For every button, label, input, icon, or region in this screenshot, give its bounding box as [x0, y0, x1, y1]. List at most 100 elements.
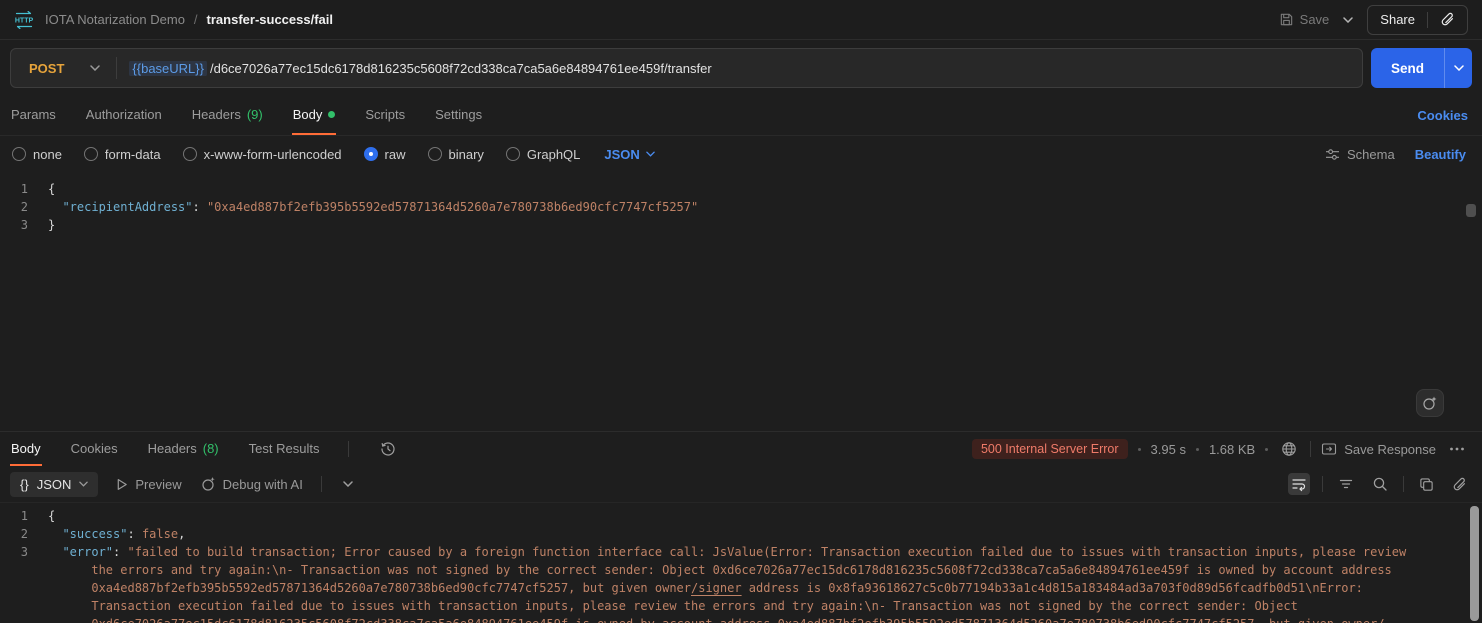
tab-authorization[interactable]: Authorization	[85, 96, 163, 135]
radio-graphql[interactable]: GraphQL	[506, 147, 580, 162]
chevron-down-icon	[79, 481, 88, 487]
search-icon	[1372, 476, 1388, 492]
beautify-button[interactable]: Beautify	[1415, 147, 1466, 162]
tab-label: Cookies	[71, 441, 118, 456]
url-field: POST {{baseURL}}/d6ce7026a77ec15dc6178d8…	[10, 48, 1363, 88]
response-size: 1.68 KB	[1209, 442, 1255, 457]
editor-scrollbar-thumb[interactable]	[1466, 204, 1476, 217]
response-toolbar: {} JSON Preview Debug with AI	[0, 466, 1482, 503]
line-number: 3	[0, 543, 40, 561]
tab-label: Authorization	[86, 107, 162, 122]
url-path: /d6ce7026a77ec15dc6178d816235c5608f72cd3…	[210, 61, 712, 76]
copy-response-button[interactable]	[1416, 474, 1437, 495]
tab-params[interactable]: Params	[10, 96, 57, 135]
radio-circle-icon	[183, 147, 197, 161]
response-time: 3.95 s	[1151, 442, 1186, 457]
chevron-down-icon	[646, 151, 655, 157]
code-line: 3}	[0, 216, 1482, 234]
tab-scripts[interactable]: Scripts	[364, 96, 406, 135]
request-body-editor[interactable]: 1{2 "recipientAddress": "0xa4ed887bf2efb…	[0, 172, 1482, 431]
code-text: "success": false,	[40, 525, 1416, 543]
body-type-row: none form-data x-www-form-urlencoded raw…	[0, 136, 1482, 172]
tab-label: Settings	[435, 107, 482, 122]
tab-label: Headers	[192, 107, 241, 122]
tab-response-cookies[interactable]: Cookies	[70, 432, 119, 466]
response-toolbar-right	[1288, 473, 1470, 495]
filter-icon	[1338, 477, 1354, 491]
more-actions-chevron-icon[interactable]	[340, 478, 356, 490]
tab-label: Test Results	[249, 441, 320, 456]
tab-label: Params	[11, 107, 56, 122]
save-options-chevron-icon[interactable]	[1339, 13, 1357, 27]
cookies-link[interactable]: Cookies	[1417, 108, 1468, 123]
line-number: 2	[0, 525, 40, 543]
dot-separator	[1138, 448, 1141, 451]
send-options-chevron-icon[interactable]	[1444, 48, 1472, 88]
search-button[interactable]	[1369, 473, 1391, 495]
copy-response-link-button[interactable]	[1449, 474, 1470, 495]
radio-raw[interactable]: raw	[364, 147, 406, 162]
preview-label: Preview	[135, 477, 181, 492]
response-format-selector[interactable]: {} JSON	[10, 472, 98, 497]
preview-button[interactable]: Preview	[116, 477, 181, 492]
request-tabs: Params Authorization Headers (9) Body Sc…	[10, 96, 483, 135]
braces-icon: {}	[20, 477, 29, 492]
radio-form-data[interactable]: form-data	[84, 147, 161, 162]
save-icon	[1279, 12, 1294, 27]
tab-response-headers[interactable]: Headers (8)	[147, 432, 220, 466]
breadcrumb-separator: /	[194, 12, 198, 27]
ai-assistant-button[interactable]	[1416, 389, 1444, 417]
ellipsis-icon	[1449, 447, 1465, 451]
breadcrumb-collection[interactable]: IOTA Notarization Demo	[45, 12, 185, 27]
tab-label: Body	[293, 107, 323, 122]
body-right-tools: Schema Beautify	[1325, 147, 1466, 162]
response-body-editor[interactable]: 1{2 "success": false,3 "error": "failed …	[0, 503, 1482, 623]
save-response-label: Save Response	[1344, 442, 1436, 457]
debug-with-ai-button[interactable]: Debug with AI	[200, 476, 303, 492]
save-response-button[interactable]: Save Response	[1321, 442, 1436, 457]
tab-body[interactable]: Body	[292, 96, 337, 135]
tab-headers[interactable]: Headers (9)	[191, 96, 264, 135]
save-button[interactable]: Save	[1279, 12, 1330, 27]
link-icon	[1452, 477, 1467, 492]
chevron-down-icon	[90, 65, 100, 71]
tab-label: Body	[11, 441, 41, 456]
radio-circle-icon	[84, 147, 98, 161]
response-tabs: Body Cookies Headers (8) Test Results	[10, 432, 399, 466]
divider	[1322, 476, 1323, 492]
more-options-button[interactable]	[1446, 444, 1468, 454]
response-history-button[interactable]	[377, 438, 399, 460]
network-info-button[interactable]	[1278, 438, 1300, 460]
raw-language-selector[interactable]: JSON	[604, 147, 654, 162]
radio-binary[interactable]: binary	[428, 147, 484, 162]
radio-none[interactable]: none	[12, 147, 62, 162]
copy-icon	[1419, 477, 1434, 492]
divider	[321, 476, 322, 492]
radio-circle-icon	[12, 147, 26, 161]
request-tabs-row: Params Authorization Headers (9) Body Sc…	[0, 96, 1482, 136]
tab-settings[interactable]: Settings	[434, 96, 483, 135]
tab-response-body[interactable]: Body	[10, 432, 42, 466]
line-number: 3	[0, 216, 40, 234]
wrap-text-button[interactable]	[1288, 473, 1310, 495]
url-input[interactable]: {{baseURL}}/d6ce7026a77ec15dc6178d816235…	[117, 61, 1362, 76]
schema-button[interactable]: Schema	[1325, 147, 1395, 162]
share-button[interactable]: Share	[1368, 6, 1427, 34]
schema-label: Schema	[1347, 147, 1395, 162]
save-button-label: Save	[1300, 12, 1330, 27]
code-text: "recipientAddress": "0xa4ed887bf2efb395b…	[40, 198, 1416, 216]
method-selector[interactable]: POST	[11, 49, 116, 87]
tab-label: Headers	[148, 441, 197, 456]
app-window: HTTP IOTA Notarization Demo / transfer-s…	[0, 0, 1482, 623]
line-number: 2	[0, 198, 40, 216]
send-button[interactable]: Send	[1371, 48, 1444, 88]
language-label: JSON	[604, 147, 639, 162]
filter-button[interactable]	[1335, 474, 1357, 494]
wrap-text-icon	[1291, 476, 1307, 492]
radio-x-www-form-urlencoded[interactable]: x-www-form-urlencoded	[183, 147, 342, 162]
response-scrollbar-thumb[interactable]	[1470, 506, 1479, 621]
radio-label: binary	[449, 147, 484, 162]
copy-link-button[interactable]	[1428, 6, 1467, 34]
divider	[1310, 441, 1311, 457]
tab-test-results[interactable]: Test Results	[248, 432, 321, 466]
